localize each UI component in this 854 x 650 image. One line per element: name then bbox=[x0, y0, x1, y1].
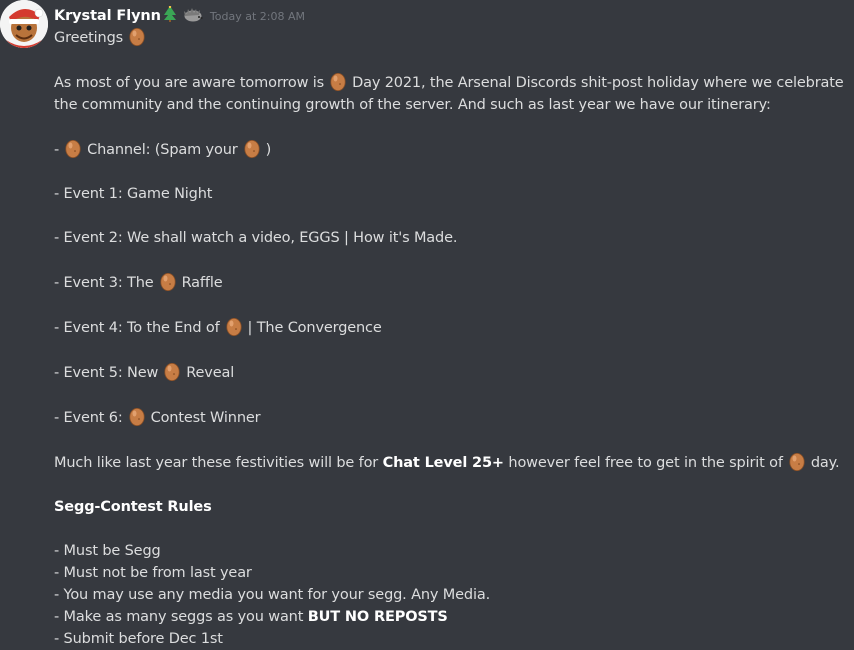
intro-line-2: the community and the continuing growth … bbox=[54, 94, 849, 116]
channel-close: ) bbox=[265, 142, 272, 158]
rule-2-text: - Must not be from last year bbox=[54, 565, 252, 581]
rule-1-text: - Must be Segg bbox=[54, 543, 161, 559]
channel-prefix: - bbox=[54, 142, 60, 158]
event-4-text-a: - Event 4: To the End of bbox=[54, 320, 220, 336]
message-timestamp[interactable]: Today at 2:08 AM bbox=[210, 10, 305, 23]
hedgehog-badge-icon[interactable] bbox=[183, 7, 203, 26]
egg-emoji-icon[interactable] bbox=[242, 138, 262, 159]
chat-level-text: Chat Level 25+ bbox=[382, 455, 504, 471]
rule-1-line: - Must be Segg bbox=[54, 540, 849, 562]
event-6-text-a: - Event 6: bbox=[54, 410, 123, 426]
rule-5-text: - Submit before Dec 1st bbox=[54, 631, 223, 647]
message-content: Greetings As most of you are aware tomor… bbox=[54, 26, 849, 650]
rules-title-line: Segg-Contest Rules bbox=[54, 496, 849, 518]
event-1-line: - Event 1: Game Night bbox=[54, 183, 849, 205]
intro-line-1: As most of you are aware tomorrow is Day … bbox=[54, 71, 849, 94]
rule-4-line: - Make as many seggs as you want BUT NO … bbox=[54, 606, 849, 628]
egg-emoji-icon[interactable] bbox=[127, 406, 147, 427]
no-reposts-text: BUT NO REPOSTS bbox=[307, 609, 448, 625]
chat-message: Krystal Flynn Today at 2:08 AM Greetings… bbox=[0, 0, 854, 647]
intro-text-3: the community and the continuing growth … bbox=[54, 97, 771, 113]
event-6-line: - Event 6: Contest Winner bbox=[54, 406, 849, 429]
egg-emoji-icon[interactable] bbox=[328, 71, 348, 92]
event-4-text-b: | The Convergence bbox=[247, 320, 382, 336]
intro-text-1: As most of you are aware tomorrow is bbox=[54, 75, 325, 91]
channel-text: Channel: (Spam your bbox=[87, 142, 238, 158]
festivities-line: Much like last year these festivities wi… bbox=[54, 451, 849, 474]
event-2-line: - Event 2: We shall watch a video, EGGS … bbox=[54, 227, 849, 249]
tree-emoji-icon bbox=[163, 5, 177, 26]
festive-text-a: Much like last year these festivities wi… bbox=[54, 455, 379, 471]
author-name[interactable]: Krystal Flynn bbox=[54, 8, 161, 24]
event-5-line: - Event 5: New Reveal bbox=[54, 361, 849, 384]
event-5-text-a: - Event 5: New bbox=[54, 365, 159, 381]
greeting-line: Greetings bbox=[54, 26, 849, 49]
event-2-text: - Event 2: We shall watch a video, EGGS … bbox=[54, 230, 458, 246]
event-1-text: - Event 1: Game Night bbox=[54, 186, 213, 202]
event-4-line: - Event 4: To the End of | The Convergenc… bbox=[54, 316, 849, 339]
greeting-text: Greetings bbox=[54, 30, 124, 46]
egg-emoji-icon[interactable] bbox=[224, 316, 244, 337]
festive-text-b: however feel free to get in the spirit o… bbox=[508, 455, 783, 471]
rule-3-text: - You may use any media you want for you… bbox=[54, 587, 491, 603]
egg-emoji-icon[interactable] bbox=[162, 361, 182, 382]
rules-title: Segg-Contest Rules bbox=[54, 499, 212, 515]
event-6-text-b: Contest Winner bbox=[150, 410, 261, 426]
event-3-line: - Event 3: The Raffle bbox=[54, 271, 849, 294]
rule-3-line: - You may use any media you want for you… bbox=[54, 584, 849, 606]
event-5-text-b: Reveal bbox=[186, 365, 235, 381]
user-avatar[interactable] bbox=[0, 0, 48, 48]
rule-4-text: - Make as many seggs as you want bbox=[54, 609, 304, 625]
message-header: Krystal Flynn Today at 2:08 AM bbox=[54, 5, 305, 27]
rule-2-line: - Must not be from last year bbox=[54, 562, 849, 584]
egg-emoji-icon[interactable] bbox=[127, 26, 147, 47]
egg-emoji-icon[interactable] bbox=[787, 451, 807, 472]
event-3-text-b: Raffle bbox=[181, 275, 223, 291]
intro-text-2: Day 2021, the Arsenal Discords shit-post… bbox=[352, 75, 844, 91]
egg-emoji-icon[interactable] bbox=[158, 271, 178, 292]
channel-line: - Channel: (Spam your) bbox=[54, 138, 849, 161]
egg-emoji-icon[interactable] bbox=[63, 138, 83, 159]
event-3-text-a: - Event 3: The bbox=[54, 275, 154, 291]
festive-text-c: day. bbox=[810, 455, 840, 471]
